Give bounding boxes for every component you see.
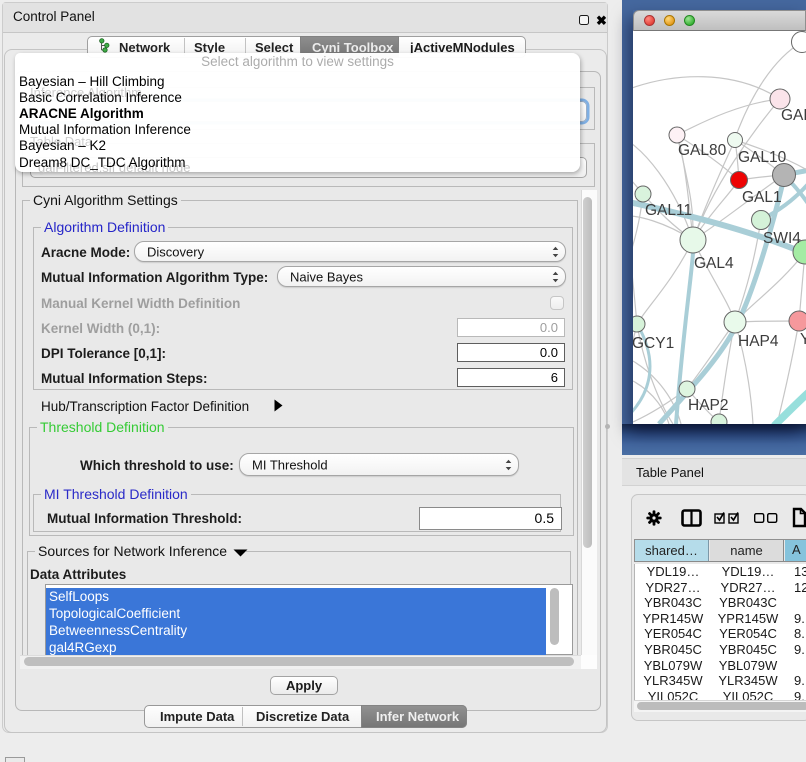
svg-text:GCY1: GCY1 — [633, 335, 674, 352]
svg-text:GAL2: GAL2 — [781, 107, 806, 124]
svg-text:GAL80: GAL80 — [678, 142, 727, 159]
svg-text:GAL4: GAL4 — [694, 255, 734, 272]
svg-text:HAP4: HAP4 — [738, 333, 779, 350]
svg-text:HAP2: HAP2 — [688, 397, 729, 414]
svg-text:GAL1: GAL1 — [742, 189, 782, 206]
svg-text:GAL11: GAL11 — [645, 202, 692, 219]
svg-text:Y: Y — [800, 331, 806, 348]
svg-text:SWI4: SWI4 — [763, 230, 801, 247]
svg-text:GAL10: GAL10 — [738, 149, 787, 166]
